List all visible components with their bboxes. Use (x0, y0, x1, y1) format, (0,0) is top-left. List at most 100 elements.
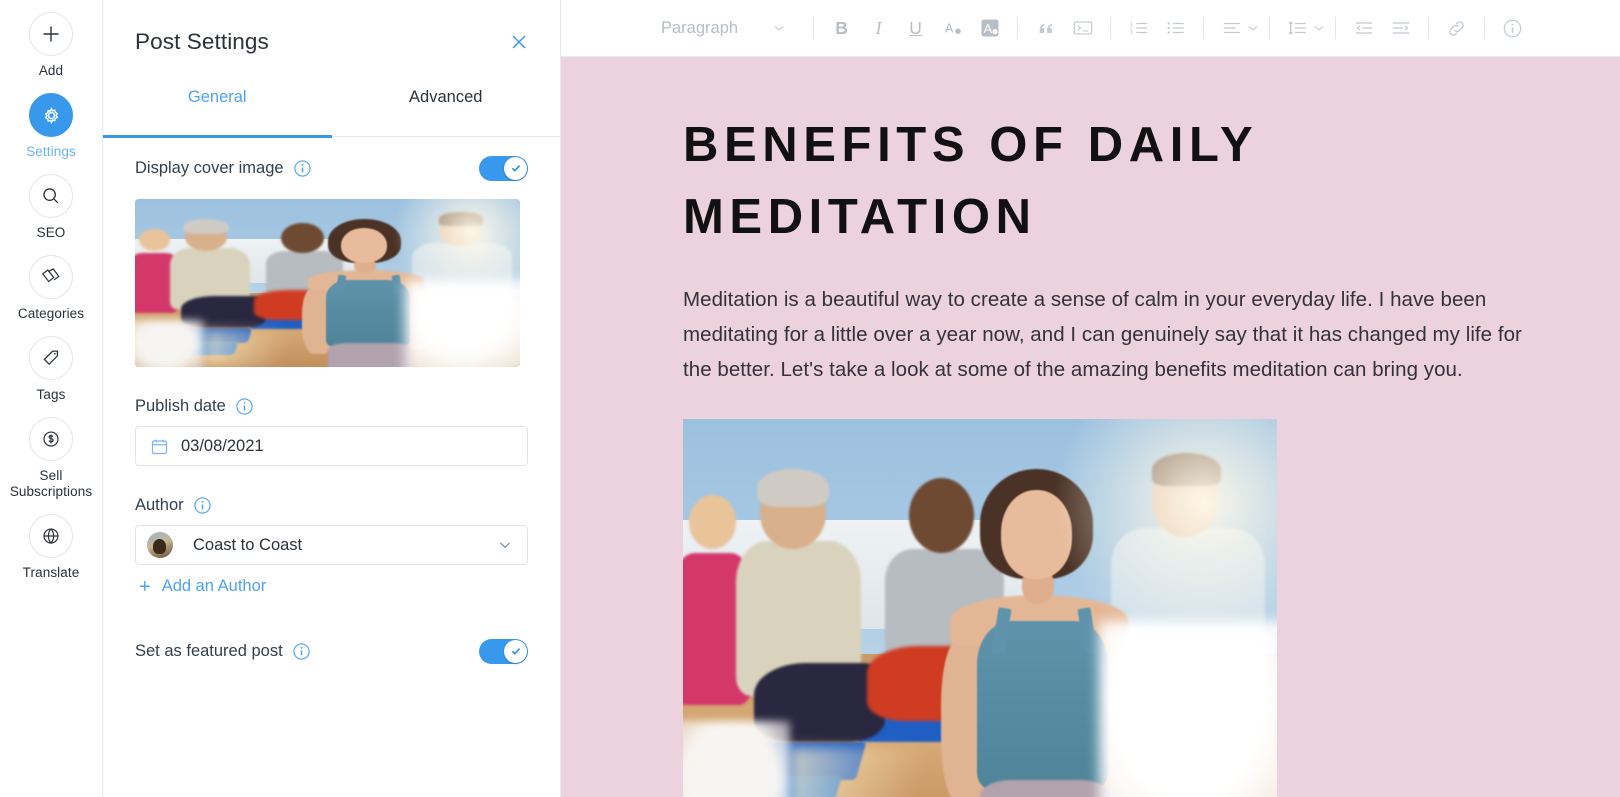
sidebar-item-label: Add (38, 63, 64, 78)
cover-image-thumbnail[interactable] (135, 199, 520, 367)
sidebar-item-label: Sell Subscriptions (9, 468, 93, 499)
toolbar-divider (1017, 17, 1019, 39)
bulleted-list-button[interactable] (1157, 10, 1194, 46)
publish-date-input[interactable]: 03/08/2021 (135, 426, 528, 466)
left-sidebar: Add Settings SEO Categories Tags Sell Su… (0, 0, 103, 797)
link-button[interactable] (1438, 10, 1475, 46)
featured-post-row: Set as featured post (135, 620, 528, 682)
text-format-group: B I U A A (823, 10, 1008, 46)
editor-area: Paragraph B I U A A 1 2 3 BENEFITS OF DA… (561, 0, 1620, 797)
indent-group (1345, 10, 1419, 46)
tab-advanced[interactable]: Advanced (332, 84, 561, 137)
svg-text:A: A (983, 21, 992, 36)
chevron-down-icon (497, 537, 513, 553)
author-value: Coast to Coast (193, 535, 303, 554)
bold-button[interactable]: B (823, 10, 860, 46)
line-spacing-group (1279, 10, 1326, 46)
add-author-button[interactable]: + Add an Author (135, 575, 528, 598)
publish-date-value: 03/08/2021 (181, 436, 264, 455)
post-inline-image[interactable] (683, 419, 1277, 797)
paragraph-style-value: Paragraph (661, 18, 739, 37)
globe-icon (29, 514, 73, 558)
info-icon[interactable] (293, 159, 312, 178)
toolbar-divider (1269, 17, 1271, 39)
toggle-knob (504, 639, 527, 663)
post-paragraph[interactable]: Meditation is a beautiful way to create … (683, 282, 1545, 387)
label-text: Publish date (135, 397, 226, 415)
author-select[interactable]: Coast to Coast (135, 525, 528, 565)
underline-button[interactable]: U (897, 10, 934, 46)
info-button[interactable] (1494, 10, 1531, 46)
align-group (1213, 10, 1260, 46)
outdent-button[interactable] (1345, 10, 1382, 46)
sidebar-item-label: Categories (17, 306, 85, 321)
featured-post-toggle[interactable] (479, 638, 528, 664)
label-text: Display cover image (135, 158, 284, 177)
text-align-button[interactable] (1213, 10, 1250, 46)
text-color-button[interactable]: A (934, 10, 971, 46)
search-icon (29, 174, 73, 218)
toolbar-divider (1428, 17, 1430, 39)
display-cover-image-toggle[interactable] (479, 155, 528, 181)
info-icon[interactable] (235, 397, 254, 416)
add-author-label: Add an Author (161, 577, 267, 595)
publish-date-label: Publish date (135, 397, 528, 416)
page-title: Post Settings (135, 29, 269, 54)
tag-icon (29, 336, 73, 380)
post-canvas[interactable]: BENEFITS OF DAILY MEDITATION Meditation … (561, 57, 1620, 797)
sidebar-item-categories[interactable]: Categories (0, 255, 103, 322)
indent-button[interactable] (1382, 10, 1419, 46)
sidebar-item-label: Translate (22, 565, 80, 580)
numbered-list-button[interactable]: 123 (1120, 10, 1157, 46)
svg-text:A: A (944, 21, 953, 36)
highlight-color-button[interactable]: A (971, 10, 1008, 46)
list-group: 123 (1120, 10, 1194, 46)
post-heading[interactable]: BENEFITS OF DAILY MEDITATION (683, 109, 1483, 253)
toolbar-divider (1335, 17, 1337, 39)
editor-toolbar: Paragraph B I U A A 1 2 3 (561, 0, 1620, 57)
chevron-down-icon[interactable] (1312, 21, 1326, 35)
label-text: Set as featured post (135, 641, 283, 660)
sidebar-item-settings[interactable]: Settings (0, 93, 103, 160)
sidebar-item-add[interactable]: Add (0, 12, 103, 79)
toolbar-divider (1484, 17, 1486, 39)
toggle-knob (504, 156, 527, 180)
plus-icon (29, 12, 73, 56)
chevron-down-icon[interactable] (1246, 21, 1260, 35)
gear-icon (29, 93, 73, 137)
code-block-button[interactable] (1064, 10, 1101, 46)
paragraph-style-select[interactable]: Paragraph (661, 19, 786, 38)
post-settings-panel: Post Settings General Advanced Display c… (103, 0, 561, 797)
calendar-icon (150, 437, 169, 456)
sidebar-item-tags[interactable]: Tags (0, 336, 103, 403)
avatar (147, 532, 173, 558)
plus-icon: + (139, 575, 151, 598)
sidebar-item-seo[interactable]: SEO (0, 174, 103, 241)
sidebar-item-sell-subscriptions[interactable]: Sell Subscriptions (0, 417, 103, 500)
cards-icon (29, 255, 73, 299)
line-spacing-button[interactable] (1279, 10, 1316, 46)
toolbar-divider (813, 17, 815, 39)
display-cover-image-row: Display cover image (135, 137, 528, 199)
chevron-down-icon (772, 21, 786, 35)
author-label: Author (135, 496, 528, 515)
blockquote-button[interactable] (1027, 10, 1064, 46)
block-group (1027, 10, 1101, 46)
sidebar-item-label: Settings (26, 144, 76, 159)
close-icon[interactable] (506, 29, 532, 55)
app-root: Add Settings SEO Categories Tags Sell Su… (0, 0, 1620, 797)
toolbar-divider (1110, 17, 1112, 39)
italic-button[interactable]: I (860, 10, 897, 46)
svg-text:3: 3 (1129, 30, 1132, 36)
toolbar-divider (1203, 17, 1205, 39)
sidebar-item-label: SEO (36, 225, 66, 240)
label-text: Author (135, 496, 184, 514)
tab-general[interactable]: General (103, 84, 332, 138)
dollar-icon (29, 417, 73, 461)
info-icon[interactable] (193, 496, 212, 515)
display-cover-image-label: Display cover image (135, 159, 312, 178)
sidebar-item-translate[interactable]: Translate (0, 514, 103, 581)
info-icon[interactable] (292, 642, 311, 661)
panel-body: Display cover image Publish date 03/08/2… (103, 137, 560, 682)
featured-post-label: Set as featured post (135, 642, 311, 661)
